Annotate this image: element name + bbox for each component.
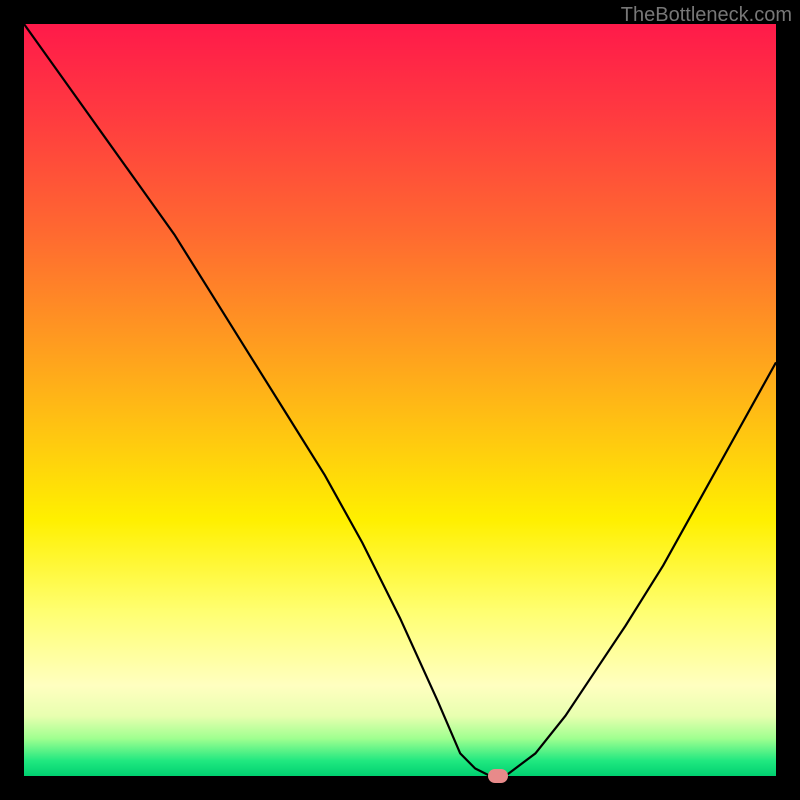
bottleneck-curve (24, 24, 776, 776)
plot-area (24, 24, 776, 776)
optimal-point-marker (488, 769, 508, 783)
watermark-text: TheBottleneck.com (621, 4, 792, 27)
curve-path (24, 24, 776, 776)
